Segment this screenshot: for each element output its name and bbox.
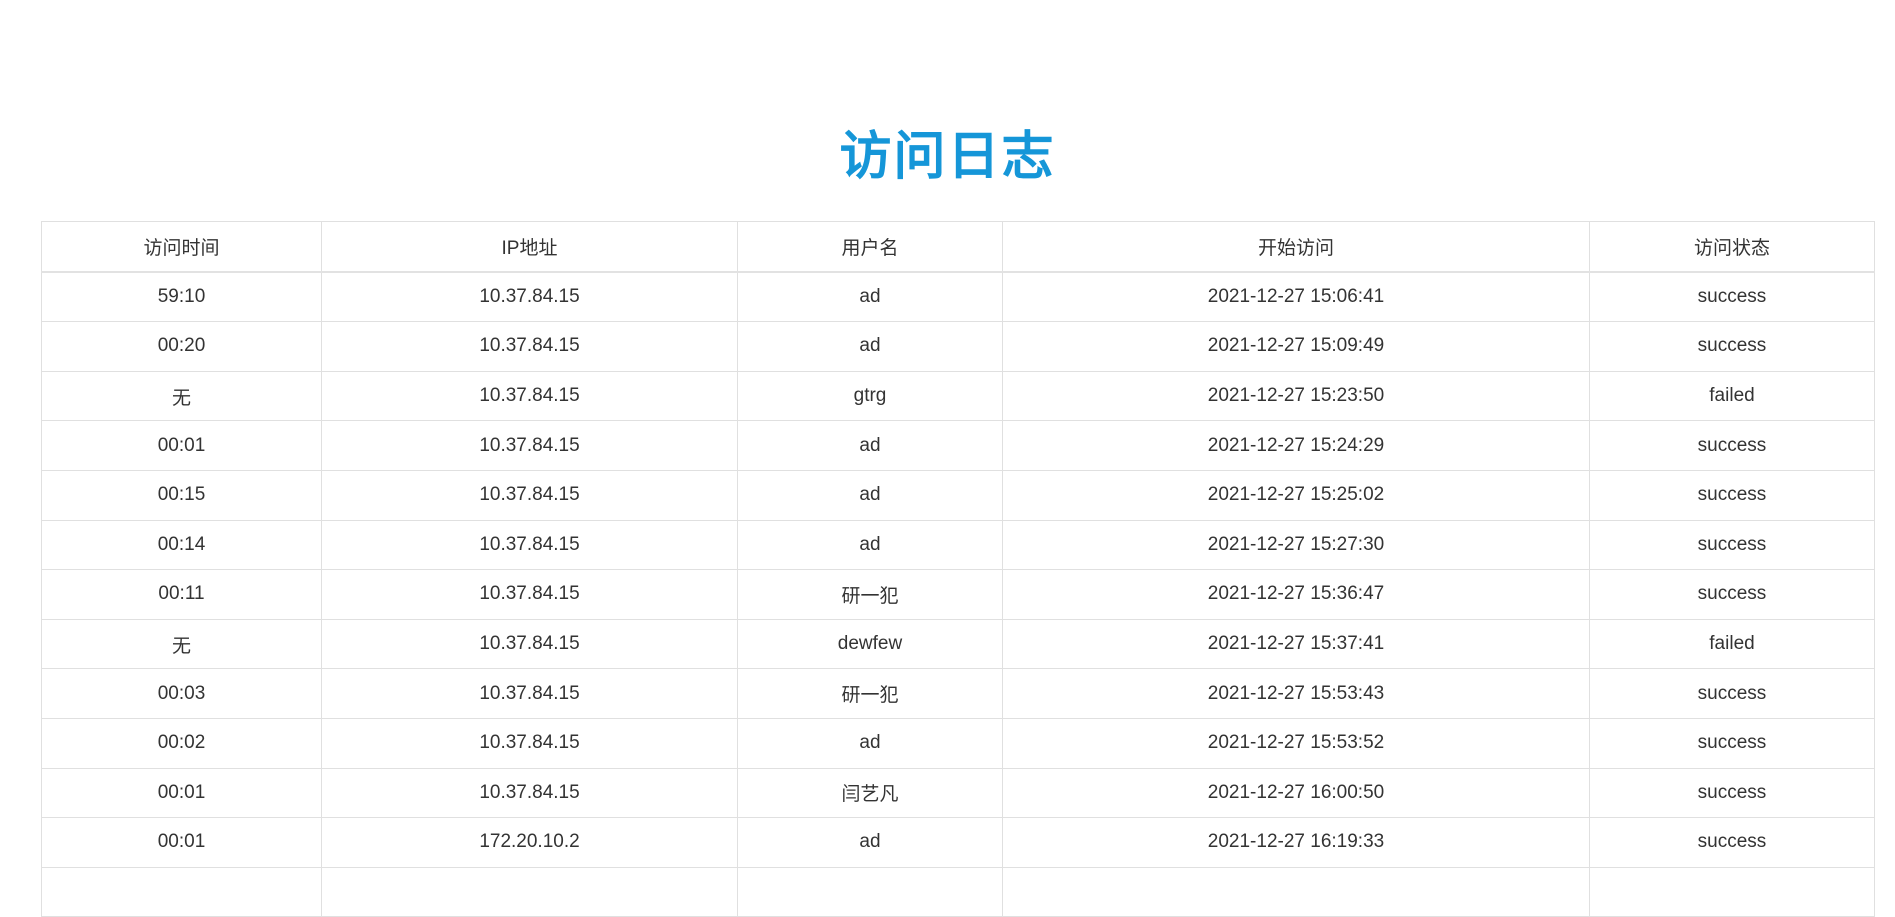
table-row: 00:03 10.37.84.15 研一犯 2021-12-27 15:53:4… (41, 668, 1875, 719)
cell-start-access: 2021-12-27 16:00:50 (1002, 767, 1590, 819)
table-row: 00:02 10.37.84.15 ad 2021-12-27 15:53:52… (41, 717, 1875, 769)
table-body: 59:10 10.37.84.15 ad 2021-12-27 15:06:41… (41, 271, 1875, 917)
cell-access-status: success (1589, 321, 1875, 372)
cell-ip-address: 10.37.84.15 (321, 370, 738, 422)
table-header: 访问时间 IP地址 用户名 开始访问 访问状态 (41, 220, 1875, 273)
cell-start-access: 2021-12-27 16:19:33 (1002, 817, 1590, 868)
cell-username: ad (737, 271, 1003, 323)
cell-username: ad (737, 817, 1003, 868)
cell-access-status: success (1589, 767, 1875, 819)
cell-access-status: success (1589, 420, 1875, 471)
cell-access-time: 00:14 (41, 519, 322, 571)
cell-access-time: 00:15 (41, 469, 322, 521)
access-log-table: 访问时间 IP地址 用户名 开始访问 访问状态 59:10 10.37.84.1… (41, 220, 1875, 917)
cell-ip-address: 10.37.84.15 (321, 618, 738, 670)
cell-start-access: 2021-12-27 15:25:02 (1002, 469, 1590, 521)
cell-start-access: 2021-12-27 15:24:29 (1002, 420, 1590, 471)
cell-access-status: failed (1589, 370, 1875, 422)
cell-ip-address: 10.37.84.15 (321, 519, 738, 571)
cell-username: ad (737, 717, 1003, 769)
cell-username: 研一犯 (737, 569, 1003, 620)
cell-start-access: 2021-12-27 15:27:30 (1002, 519, 1590, 571)
cell-access-time: 00:02 (41, 717, 322, 769)
cell-access-time: 00:20 (41, 321, 322, 372)
header-access-status: 访问状态 (1589, 220, 1875, 273)
table-row: 00:01 10.37.84.15 闫艺凡 2021-12-27 16:00:5… (41, 767, 1875, 819)
table-row: 00:14 10.37.84.15 ad 2021-12-27 15:27:30… (41, 519, 1875, 571)
cell-username: ad (737, 519, 1003, 571)
table-row-partial (41, 866, 1875, 917)
header-ip-address: IP地址 (321, 220, 738, 273)
cell-access-status: success (1589, 469, 1875, 521)
cell-access-status: success (1589, 519, 1875, 571)
cell-ip-address: 10.37.84.15 (321, 569, 738, 620)
cell-empty (737, 866, 1003, 917)
table-row: 无 10.37.84.15 gtrg 2021-12-27 15:23:50 f… (41, 370, 1875, 422)
cell-username: 研一犯 (737, 668, 1003, 719)
cell-access-time: 无 (41, 370, 322, 422)
table-row: 00:01 10.37.84.15 ad 2021-12-27 15:24:29… (41, 420, 1875, 471)
cell-empty (41, 866, 322, 917)
cell-start-access: 2021-12-27 15:37:41 (1002, 618, 1590, 670)
cell-access-time: 59:10 (41, 271, 322, 323)
cell-access-time: 00:11 (41, 569, 322, 620)
cell-ip-address: 10.37.84.15 (321, 469, 738, 521)
cell-username: 闫艺凡 (737, 767, 1003, 819)
cell-access-time: 00:03 (41, 668, 322, 719)
cell-username: dewfew (737, 618, 1003, 670)
cell-username: ad (737, 469, 1003, 521)
header-row: 访问时间 IP地址 用户名 开始访问 访问状态 (41, 220, 1875, 273)
cell-access-time: 00:01 (41, 817, 322, 868)
header-start-access: 开始访问 (1002, 220, 1590, 273)
cell-start-access: 2021-12-27 15:23:50 (1002, 370, 1590, 422)
table-row: 无 10.37.84.15 dewfew 2021-12-27 15:37:41… (41, 618, 1875, 670)
cell-access-status: success (1589, 271, 1875, 323)
cell-empty (1002, 866, 1590, 917)
cell-access-status: failed (1589, 618, 1875, 670)
cell-start-access: 2021-12-27 15:06:41 (1002, 271, 1590, 323)
header-username: 用户名 (737, 220, 1003, 273)
cell-ip-address: 10.37.84.15 (321, 717, 738, 769)
cell-username: gtrg (737, 370, 1003, 422)
table-row: 00:01 172.20.10.2 ad 2021-12-27 16:19:33… (41, 817, 1875, 868)
cell-username: ad (737, 420, 1003, 471)
table-row: 00:20 10.37.84.15 ad 2021-12-27 15:09:49… (41, 321, 1875, 372)
cell-start-access: 2021-12-27 15:53:43 (1002, 668, 1590, 719)
cell-access-status: success (1589, 817, 1875, 868)
cell-access-status: success (1589, 668, 1875, 719)
cell-access-time: 00:01 (41, 420, 322, 471)
cell-ip-address: 10.37.84.15 (321, 271, 738, 323)
cell-access-time: 无 (41, 618, 322, 670)
cell-ip-address: 10.37.84.15 (321, 668, 738, 719)
cell-empty (1589, 866, 1875, 917)
cell-access-status: success (1589, 717, 1875, 769)
cell-ip-address: 10.37.84.15 (321, 321, 738, 372)
table-row: 00:11 10.37.84.15 研一犯 2021-12-27 15:36:4… (41, 569, 1875, 620)
cell-start-access: 2021-12-27 15:36:47 (1002, 569, 1590, 620)
table-row: 00:15 10.37.84.15 ad 2021-12-27 15:25:02… (41, 469, 1875, 521)
cell-start-access: 2021-12-27 15:09:49 (1002, 321, 1590, 372)
cell-username: ad (737, 321, 1003, 372)
cell-ip-address: 172.20.10.2 (321, 817, 738, 868)
cell-ip-address: 10.37.84.15 (321, 420, 738, 471)
cell-start-access: 2021-12-27 15:53:52 (1002, 717, 1590, 769)
cell-ip-address: 10.37.84.15 (321, 767, 738, 819)
cell-access-time: 00:01 (41, 767, 322, 819)
header-access-time: 访问时间 (41, 220, 322, 273)
cell-empty (321, 866, 738, 917)
table-row: 59:10 10.37.84.15 ad 2021-12-27 15:06:41… (41, 271, 1875, 323)
cell-access-status: success (1589, 569, 1875, 620)
page-title: 访问日志 (839, 128, 1056, 186)
